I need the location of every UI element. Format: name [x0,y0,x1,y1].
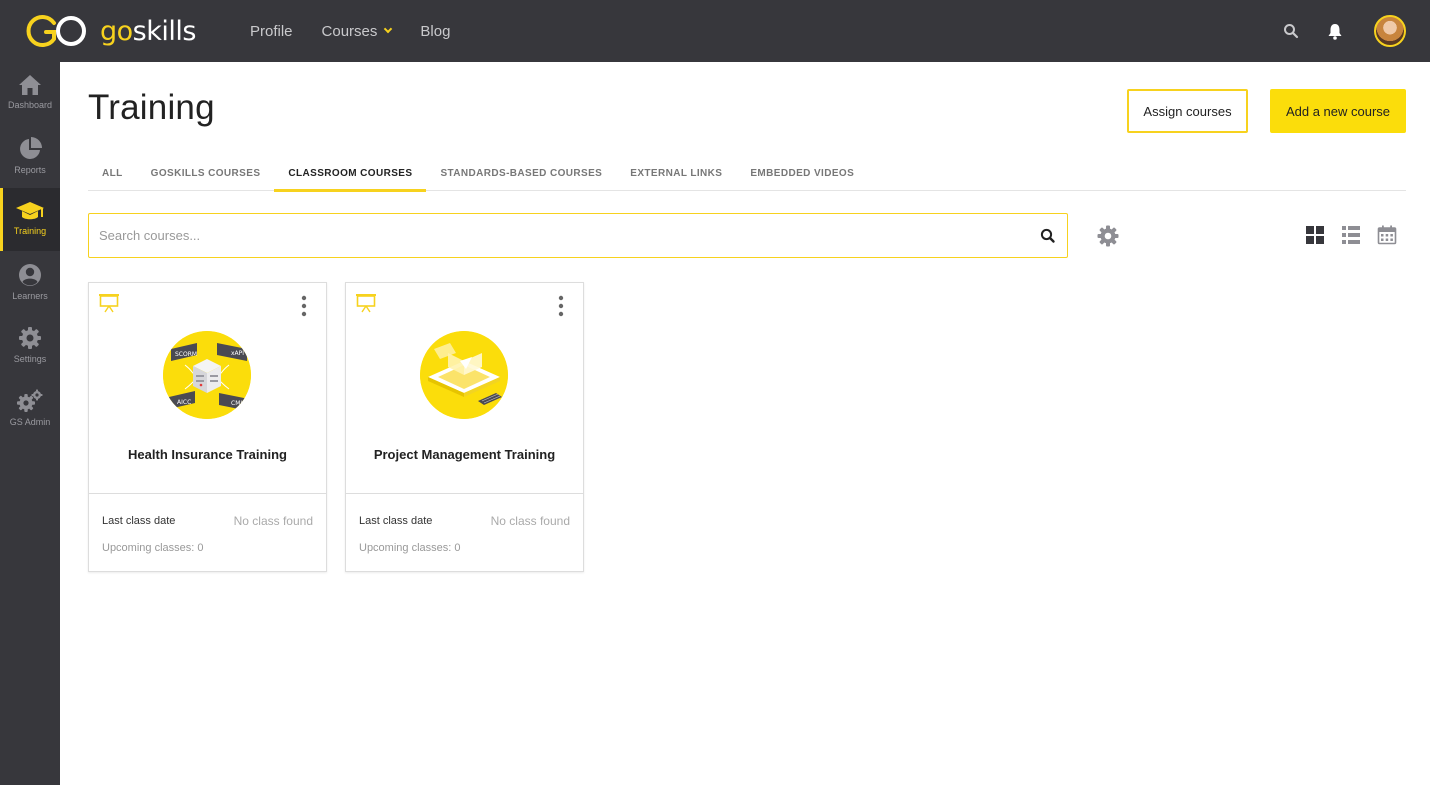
main-nav: Profile Courses Blog [250,0,450,62]
presentation-board-icon [356,294,376,313]
sidebar: Dashboard Reports Training Learners Sett… [0,62,60,785]
settings-gear-icon[interactable] [1096,224,1120,248]
sidebar-item-label: Learners [12,291,48,301]
view-toggle [1304,223,1398,247]
tab-all[interactable]: ALL [88,155,137,191]
gear-icon [19,327,41,349]
tab-standards-based-courses[interactable]: STANDARDS-BASED COURSES [426,155,616,191]
sidebar-item-dashboard[interactable]: Dashboard [0,62,60,125]
presentation-board-icon [99,294,119,313]
course-card-footer: Last class date No class found Upcoming … [89,493,326,571]
sidebar-item-training[interactable]: Training [0,188,60,251]
thumb-label: CMI5 [231,400,246,407]
graduation-cap-icon [16,202,44,220]
thumb-label: AICC [177,399,191,406]
more-options-icon[interactable] [557,295,565,317]
thumb-label: SCORM [175,351,197,358]
search-icon[interactable] [1276,16,1306,46]
calendar-view-icon[interactable] [1376,223,1398,247]
logo-wordmark: goskills [100,15,196,47]
course-thumbnail [420,331,508,419]
course-card[interactable]: SCORM xAPI AICC CMI5 Health Insurance Tr… [88,282,327,572]
sidebar-item-label: GS Admin [9,417,51,427]
chevron-down-icon [384,24,393,34]
nav-profile[interactable]: Profile [250,23,293,40]
sidebar-item-gs-admin[interactable]: GS Admin [0,377,60,440]
user-avatar[interactable] [1374,15,1406,47]
sidebar-item-label: Settings [13,354,47,364]
search-input[interactable] [99,214,1019,257]
tab-classroom-courses[interactable]: CLASSROOM COURSES [274,155,427,192]
search-icon[interactable] [1039,227,1057,245]
notifications-bell-icon[interactable] [1320,16,1350,46]
list-view-icon[interactable] [1340,223,1362,247]
course-card-footer: Last class date No class found Upcoming … [346,493,583,571]
upcoming-classes: Upcoming classes: 0 [359,542,461,554]
top-actions [1276,0,1406,62]
course-title[interactable]: Project Management Training [346,447,583,462]
upcoming-classes: Upcoming classes: 0 [102,542,204,554]
sidebar-item-label: Training [13,226,47,236]
course-thumbnail: SCORM xAPI AICC CMI5 [163,331,251,419]
last-class-value: No class found [233,514,313,528]
sidebar-item-reports[interactable]: Reports [0,125,60,188]
add-new-course-button[interactable]: Add a new course [1270,89,1406,133]
last-class-label: Last class date [102,515,176,527]
pie-chart-icon [20,137,42,159]
sidebar-item-label: Dashboard [7,100,53,110]
home-icon [19,75,41,95]
course-type-tabs: ALL GOSKILLS COURSES CLASSROOM COURSES S… [88,155,1406,192]
tab-goskills-courses[interactable]: GOSKILLS COURSES [137,155,275,191]
tab-embedded-videos[interactable]: EMBEDDED VIDEOS [736,155,868,191]
logo-mark-icon [26,15,86,47]
grid-view-icon[interactable] [1304,223,1326,247]
last-class-label: Last class date [359,515,433,527]
tab-external-links[interactable]: EXTERNAL LINKS [616,155,736,191]
top-bar: goskills Profile Courses Blog [0,0,1430,62]
search-box [88,213,1068,258]
user-circle-icon [19,264,41,286]
page-title: Training [88,88,215,127]
sidebar-item-label: Reports [14,165,46,175]
last-class-value: No class found [490,514,570,528]
goskills-logo[interactable]: goskills [24,14,196,48]
more-options-icon[interactable] [300,295,308,317]
gears-icon [17,389,43,412]
assign-courses-button[interactable]: Assign courses [1127,89,1248,133]
thumb-label: xAPI [231,350,244,357]
sidebar-item-settings[interactable]: Settings [0,314,60,377]
nav-blog[interactable]: Blog [420,23,450,40]
course-title[interactable]: Health Insurance Training [89,447,326,462]
nav-courses[interactable]: Courses [322,23,393,40]
course-card[interactable]: Project Management Training Last class d… [345,282,584,572]
sidebar-item-learners[interactable]: Learners [0,251,60,314]
